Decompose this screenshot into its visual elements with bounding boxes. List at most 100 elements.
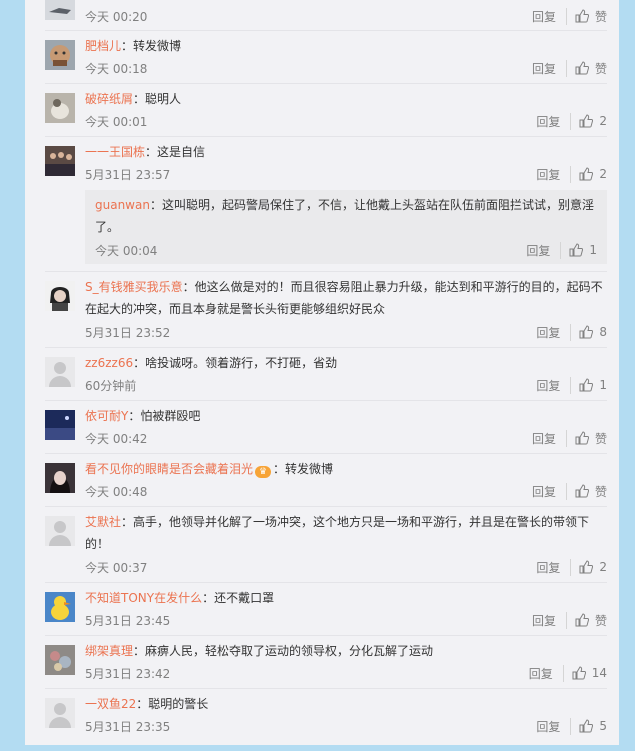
comment-item: S_有钱雅买我乐意：他这么做是对的！而且很容易阻止暴力升级，能达到和平游行的目的… <box>45 271 607 348</box>
comment-text: S_有钱雅买我乐意：他这么做是对的！而且很容易阻止暴力升级，能达到和平游行的目的… <box>85 276 605 320</box>
comment-body: 怕被群殴吧 <box>140 409 201 423</box>
comment-text: 一一王国栋：这是自信 <box>85 141 605 163</box>
like-count: 1 <box>589 243 597 257</box>
comment-actions: 回复 1 <box>536 376 607 394</box>
comment-actions: 回复 5 <box>536 717 607 735</box>
avatar[interactable] <box>45 281 75 311</box>
avatar[interactable] <box>45 0 75 20</box>
comment-item: 肥档儿：转发微博 今天 00:18 回复 赞 <box>45 30 607 84</box>
comment-user[interactable]: 依可耐Y <box>85 409 128 423</box>
like-button[interactable]: 5 <box>579 719 607 733</box>
comment-actions: 回复 赞 <box>532 611 607 629</box>
comment-user[interactable]: 绑架真理 <box>85 644 133 658</box>
like-count: 2 <box>599 167 607 181</box>
like-count: 14 <box>591 666 607 680</box>
avatar[interactable] <box>45 40 75 70</box>
thumbs-up-icon <box>575 431 589 445</box>
comment-item: 一双鱼22：聪明的警长 5月31日 23:35 回复 5 <box>45 688 607 743</box>
reply-button[interactable]: 回复 <box>536 717 572 735</box>
quoted-reply-body: 这叫聪明，起码警局保住了，不信，让他戴上头盔站在队伍前面阻拦试试，别意淫了。 <box>95 198 594 234</box>
reply-button[interactable]: 回复 <box>532 482 567 500</box>
reply-button[interactable]: 回复 <box>529 664 564 682</box>
like-button[interactable]: 赞 <box>575 430 607 447</box>
quoted-reply-user[interactable]: guanwan <box>95 198 150 212</box>
comment-time: 今天 00:37 <box>85 561 148 575</box>
comment-time: 60分钟前 <box>85 379 137 393</box>
reply-button[interactable]: 回复 <box>536 323 572 341</box>
like-button[interactable]: 1 <box>579 378 607 392</box>
reply-button[interactable]: 回复 <box>532 429 567 447</box>
like-count: 赞 <box>594 61 607 76</box>
comment-user[interactable]: 一一王国栋 <box>85 145 145 159</box>
like-button[interactable]: 1 <box>569 243 597 257</box>
like-button[interactable]: 8 <box>579 325 607 339</box>
thumbs-up-icon <box>575 61 589 75</box>
comment-user[interactable]: 肥档儿 <box>85 39 121 53</box>
comment-time: 5月31日 23:35 <box>85 720 171 734</box>
colon-separator: ： <box>202 591 215 605</box>
avatar[interactable] <box>45 410 75 440</box>
avatar[interactable] <box>45 698 75 728</box>
reply-button[interactable]: 回复 <box>536 165 572 183</box>
comment-user[interactable]: 不知道TONY在发什么 <box>85 591 202 605</box>
quoted-reply: guanwan：这叫聪明，起码警局保住了，不信，让他戴上头盔站在队伍前面阻拦试试… <box>85 190 607 264</box>
colon-separator: ： <box>133 356 146 370</box>
reply-button[interactable]: 回复 <box>532 59 567 77</box>
comment-time: 今天 00:01 <box>85 115 148 129</box>
reply-button[interactable]: 回复 <box>532 7 567 25</box>
reply-button[interactable]: 回复 <box>536 558 572 576</box>
avatar[interactable] <box>45 516 75 546</box>
comment-actions: 回复 赞 <box>532 429 607 447</box>
vip-badge-icon: ♛ <box>255 466 272 478</box>
comment-user[interactable]: 艾默社 <box>85 515 121 529</box>
comment-time: 5月31日 23:57 <box>85 168 171 182</box>
comment-user[interactable]: 看不见你的眼睛是否会藏着泪光 <box>85 462 253 476</box>
like-count: 2 <box>599 560 607 574</box>
avatar[interactable] <box>45 592 75 622</box>
comment-body: 转发微博 <box>285 462 334 476</box>
avatar[interactable] <box>45 93 75 123</box>
quoted-reply-actions: 回复 1 <box>526 241 597 259</box>
comment-actions: 回复 2 <box>536 112 607 130</box>
comment-user[interactable]: 一双鱼22 <box>85 697 136 711</box>
thumbs-up-icon <box>572 666 586 680</box>
comment-user[interactable]: zz6zz66 <box>85 356 133 370</box>
quoted-reply-time: 今天 00:04 <box>95 244 158 258</box>
like-button[interactable]: 2 <box>579 114 607 128</box>
comment-time: 今天 00:42 <box>85 432 148 446</box>
like-button[interactable]: 赞 <box>575 60 607 77</box>
avatar[interactable] <box>45 357 75 387</box>
like-button[interactable]: 2 <box>579 167 607 181</box>
like-button[interactable]: 2 <box>579 560 607 574</box>
avatar[interactable] <box>45 645 75 675</box>
comment-actions: 回复 2 <box>536 165 607 183</box>
like-button[interactable]: 14 <box>572 666 607 680</box>
avatar[interactable] <box>45 146 75 176</box>
colon-separator: ： <box>121 39 134 53</box>
reply-button[interactable]: 回复 <box>536 376 572 394</box>
like-button[interactable]: 赞 <box>575 8 607 25</box>
colon-separator: ： <box>273 462 286 476</box>
reply-button[interactable]: 回复 <box>532 611 567 629</box>
thumbs-up-icon <box>579 325 594 339</box>
comment-text: 绑架真理：麻痹人民，轻松夺取了运动的领导权，分化瓦解了运动 <box>85 640 605 662</box>
thumbs-up-icon <box>575 613 589 627</box>
like-count: 赞 <box>594 484 607 499</box>
colon-separator: ： <box>149 198 162 212</box>
reply-button[interactable]: 回复 <box>526 241 562 259</box>
like-button[interactable]: 赞 <box>575 483 607 500</box>
like-count: 1 <box>599 378 607 392</box>
comment-body: 还不戴口罩 <box>214 591 275 605</box>
comment-user[interactable]: S_有钱雅买我乐意 <box>85 280 183 294</box>
comment-item: 今天 00:20 回复 赞 <box>45 0 607 31</box>
comment-time: 今天 00:18 <box>85 62 148 76</box>
thumbs-up-icon <box>579 167 594 181</box>
like-button[interactable]: 赞 <box>575 612 607 629</box>
like-count: 5 <box>599 719 607 733</box>
colon-separator: ： <box>145 145 158 159</box>
comment-user[interactable]: 破碎纸屑 <box>85 92 133 106</box>
colon-separator: ： <box>136 697 149 711</box>
comment-text: 艾默社：高手，他领导并化解了一场冲突，这个地方只是一场和平游行，并且是在警长的带… <box>85 511 605 555</box>
avatar[interactable] <box>45 463 75 493</box>
reply-button[interactable]: 回复 <box>536 112 572 130</box>
